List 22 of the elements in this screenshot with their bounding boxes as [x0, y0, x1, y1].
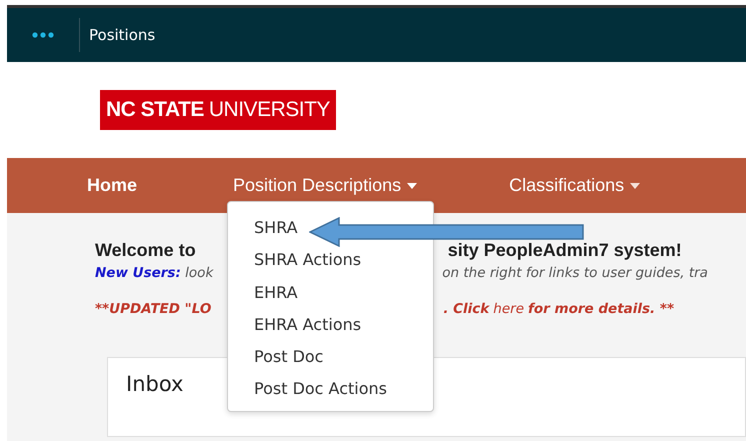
details-link[interactable]: here: [493, 301, 524, 317]
dropdown-item[interactable]: EHRA Actions: [228, 308, 362, 342]
dropdown-item[interactable]: EHRA: [228, 276, 298, 309]
dropdown-item[interactable]: SHRA: [228, 212, 298, 244]
nav-menu-item[interactable]: Home: [87, 175, 138, 196]
more-icon[interactable]: [32, 32, 54, 38]
dropdown-item[interactable]: Post Doc Actions: [228, 373, 387, 406]
nav-menu-item[interactable]: Position Descriptions: [233, 175, 418, 196]
nav-menu-item[interactable]: Classifications: [509, 175, 640, 196]
update-notice: **UPDATED "LO: [95, 301, 212, 317]
new-users-text: on the right for links to user guides, tra: [442, 265, 708, 281]
welcome-heading: Welcome to: [95, 240, 196, 261]
update-notice: . Click here for more details. **: [443, 301, 674, 317]
dropdown-item[interactable]: Post Doc: [228, 341, 324, 374]
university-logo[interactable]: NC STATE UNIVERSITY: [100, 90, 336, 130]
caret-icon: [407, 182, 418, 188]
welcome-heading: sity PeopleAdmin7 system!: [448, 240, 682, 261]
dropdown-item[interactable]: SHRA Actions: [228, 244, 362, 277]
new-users-text: New Users: look: [95, 265, 214, 281]
caret-icon: [630, 182, 640, 188]
inbox-heading: Inbox: [126, 372, 184, 396]
page-title: Positions: [88, 26, 156, 44]
